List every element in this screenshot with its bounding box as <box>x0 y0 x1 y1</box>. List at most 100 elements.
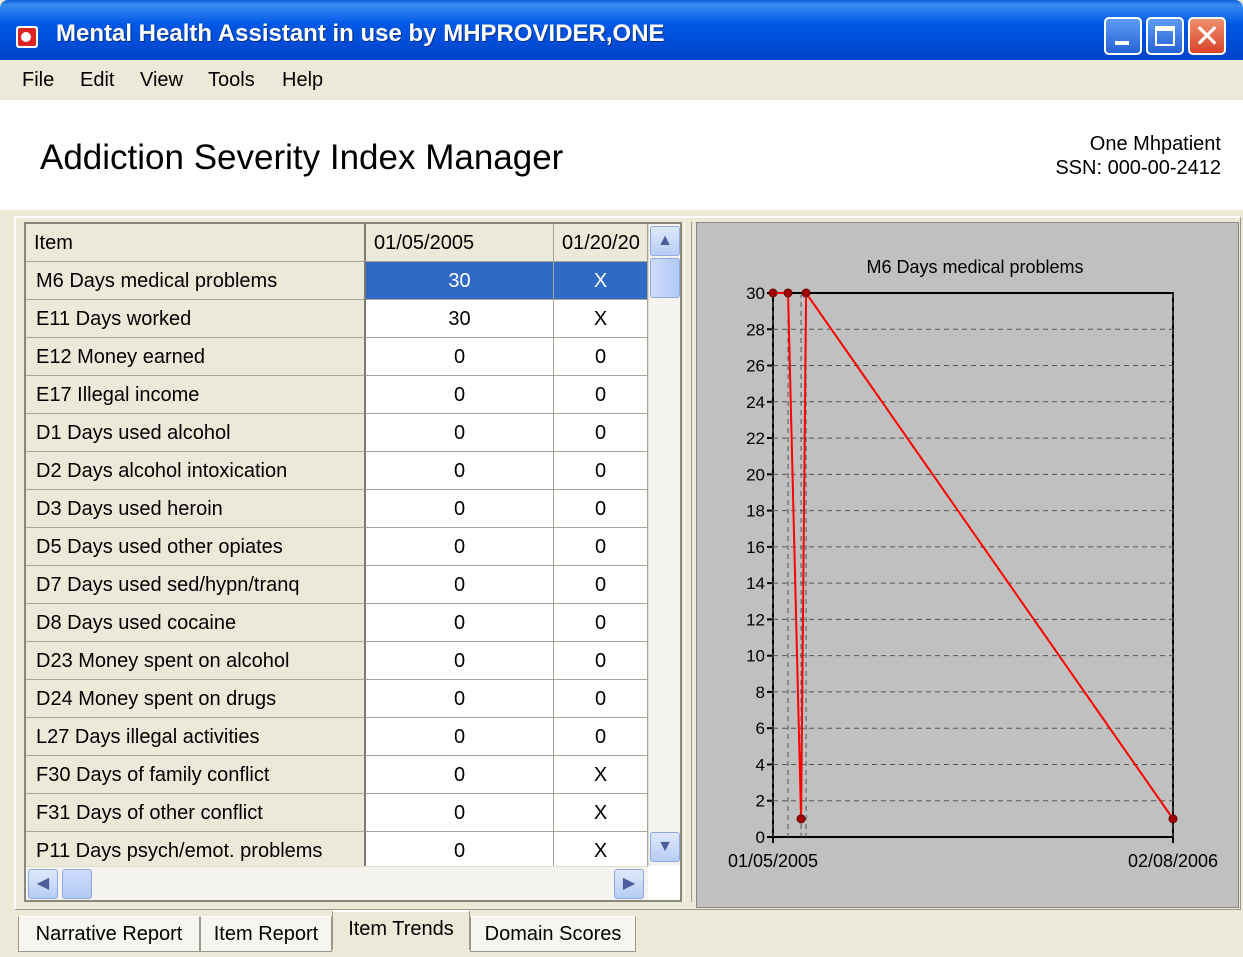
grid-cell[interactable]: 30 <box>366 300 554 338</box>
vertical-scroll-thumb[interactable] <box>650 258 680 298</box>
row-item-label[interactable]: D8 Days used cocaine <box>26 604 366 642</box>
grid-cell[interactable]: 0 <box>366 338 554 376</box>
row-item-label[interactable]: D1 Days used alcohol <box>26 414 366 452</box>
row-item-label[interactable]: M6 Days medical problems <box>26 262 366 300</box>
grid-cell[interactable]: 0 <box>366 642 554 680</box>
scroll-up-button[interactable]: ▲ <box>650 226 680 256</box>
grid-cell[interactable]: 0 <box>554 604 648 642</box>
row-item-label[interactable]: D24 Money spent on drugs <box>26 680 366 718</box>
patient-ssn: SSN: 000-00-2412 <box>1055 157 1221 179</box>
grid-cell[interactable]: 0 <box>554 566 648 604</box>
grid-cell[interactable]: X <box>554 794 648 832</box>
scroll-left-button[interactable]: ◀ <box>28 869 58 899</box>
row-item-label[interactable]: D3 Days used heroin <box>26 490 366 528</box>
grid-cell[interactable]: X <box>554 756 648 794</box>
grid-cell[interactable]: 0 <box>554 642 648 680</box>
grid-cell[interactable]: 0 <box>366 680 554 718</box>
series-line <box>773 289 1174 820</box>
row-item-label[interactable]: L27 Days illegal activities <box>26 718 366 756</box>
y-tick-label: 4 <box>756 755 765 774</box>
row-item-label[interactable]: F30 Days of family conflict <box>26 756 366 794</box>
page-title: Addiction Severity Index Manager <box>40 138 564 177</box>
grid-cell[interactable]: 0 <box>366 376 554 414</box>
scroll-down-button[interactable]: ▼ <box>650 832 680 862</box>
y-tick-label: 26 <box>746 357 765 376</box>
x-tick-label: 01/05/2005 <box>728 851 818 871</box>
grid-cell[interactable]: 0 <box>554 452 648 490</box>
x-tick-label: 02/08/2006 <box>1128 851 1218 871</box>
panel-splitter[interactable] <box>684 222 692 902</box>
y-tick-label: 16 <box>746 538 765 557</box>
minimize-button[interactable] <box>1104 17 1142 55</box>
tab-item-trends[interactable]: Item Trends <box>332 910 470 950</box>
y-tick-label: 24 <box>746 393 765 412</box>
row-item-label[interactable]: E17 Illegal income <box>26 376 366 414</box>
grid-cell[interactable]: 0 <box>554 718 648 756</box>
y-tick-label: 6 <box>756 719 765 738</box>
title-bar[interactable]: Mental Health Assistant in use by MHPROV… <box>0 0 1243 60</box>
y-tick-label: 8 <box>756 683 765 702</box>
grid-cell[interactable]: 0 <box>366 452 554 490</box>
maximize-icon <box>1155 26 1175 46</box>
item-grid[interactable]: Item 01/05/2005 01/20/20 M6 Days medical pr… <box>24 222 682 902</box>
vertical-scrollbar[interactable]: ▲ ▼ <box>648 224 680 866</box>
menu-help[interactable]: Help <box>282 69 323 92</box>
row-item-label[interactable]: E11 Days worked <box>26 300 366 338</box>
column-header-item[interactable]: Item <box>26 224 366 262</box>
tab-item-report[interactable]: Item Report <box>200 916 332 952</box>
column-header-date[interactable]: 01/20/20 <box>554 224 648 262</box>
data-point <box>1168 814 1178 824</box>
menu-tools[interactable]: Tools <box>208 69 255 92</box>
grid-cell[interactable]: X <box>554 262 648 300</box>
horizontal-scroll-thumb[interactable] <box>62 869 92 899</box>
y-tick-label: 18 <box>746 502 765 521</box>
y-tick-label: 0 <box>756 828 765 847</box>
chevron-left-icon: ◀ <box>36 875 50 892</box>
grid-cell[interactable]: 30 <box>366 262 554 300</box>
y-tick-label: 10 <box>746 647 765 666</box>
row-item-label[interactable]: F31 Days of other conflict <box>26 794 366 832</box>
grid-cell[interactable]: 0 <box>554 680 648 718</box>
y-tick-label: 28 <box>746 320 765 339</box>
trend-chart-svg: M6 Days medical problems 024681012141618… <box>728 257 1218 871</box>
grid-cell[interactable]: 0 <box>366 490 554 528</box>
menu-file[interactable]: File <box>22 69 54 92</box>
horizontal-scrollbar[interactable]: ◀ ▶ <box>26 866 648 900</box>
tab-domain-scores[interactable]: Domain Scores <box>470 916 636 952</box>
data-point <box>783 288 793 298</box>
grid-cell[interactable]: 0 <box>366 832 554 870</box>
grid-cell[interactable]: 0 <box>366 604 554 642</box>
maximize-button[interactable] <box>1146 17 1184 55</box>
grid-cell[interactable]: 0 <box>554 490 648 528</box>
row-item-label[interactable]: P11 Days psych/emot. problems <box>26 832 366 870</box>
grid-cell[interactable]: 0 <box>366 414 554 452</box>
row-item-label[interactable]: D7 Days used sed/hypn/tranq <box>26 566 366 604</box>
grid-cell[interactable]: X <box>554 832 648 870</box>
row-item-label[interactable]: D5 Days used other opiates <box>26 528 366 566</box>
grid-cell[interactable]: 0 <box>366 528 554 566</box>
grid-cell[interactable]: 0 <box>554 376 648 414</box>
menu-edit[interactable]: Edit <box>80 69 114 92</box>
menu-bar: File Edit View Tools Help <box>0 60 1243 100</box>
grid-cell[interactable]: 0 <box>554 414 648 452</box>
grid-cell[interactable]: 0 <box>366 718 554 756</box>
row-item-label[interactable]: D2 Days alcohol intoxication <box>26 452 366 490</box>
column-header-date[interactable]: 01/05/2005 <box>366 224 554 262</box>
patient-name: One Mhpatient <box>1089 133 1221 155</box>
tab-narrative-report[interactable]: Narrative Report <box>18 916 200 952</box>
grid-cell[interactable]: 0 <box>366 794 554 832</box>
menu-view[interactable]: View <box>140 69 183 92</box>
scroll-right-button[interactable]: ▶ <box>614 869 644 899</box>
y-tick-label: 30 <box>746 284 765 303</box>
data-point <box>801 288 811 298</box>
app-icon[interactable] <box>16 26 38 48</box>
grid-cell[interactable]: X <box>554 300 648 338</box>
row-item-label[interactable]: E12 Money earned <box>26 338 366 376</box>
grid-cell[interactable]: 0 <box>554 528 648 566</box>
row-item-label[interactable]: D23 Money spent on alcohol <box>26 642 366 680</box>
y-tick-label: 14 <box>746 574 765 593</box>
grid-cell[interactable]: 0 <box>366 756 554 794</box>
grid-cell[interactable]: 0 <box>366 566 554 604</box>
grid-cell[interactable]: 0 <box>554 338 648 376</box>
close-button[interactable]: ✕ <box>1188 17 1226 55</box>
